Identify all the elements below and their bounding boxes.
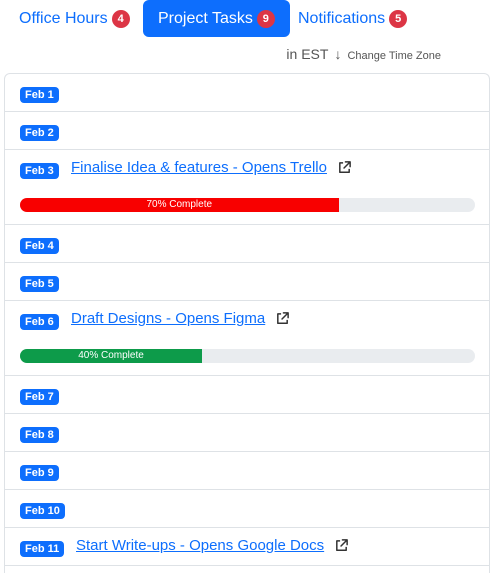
task-link[interactable]: Finalise Idea & features - Opens Trello <box>71 159 352 176</box>
date-badge: Feb 7 <box>20 389 59 405</box>
date-badge: Feb 2 <box>20 125 59 141</box>
tab-notifications[interactable]: Notifications 5 <box>290 0 415 37</box>
schedule-row: Feb 10 <box>5 490 489 528</box>
date-badge: Feb 9 <box>20 465 59 481</box>
external-link-icon <box>337 160 352 175</box>
tab-bar: Office Hours 4 Project Tasks 9 Notificat… <box>0 0 499 40</box>
tab-label: Notifications <box>298 9 386 27</box>
date-badge: Feb 6 <box>20 314 59 330</box>
schedule-row: Feb 2 <box>5 112 489 150</box>
schedule-row: Feb 4 <box>5 225 489 263</box>
down-arrow-icon: ↓ <box>334 46 342 62</box>
schedule-row: Feb 6 Draft Designs - Opens Figma 40% Comp… <box>5 301 489 376</box>
progress-bar: 40% Complete <box>20 349 475 363</box>
change-timezone-link[interactable]: Change Time Zone <box>347 50 441 62</box>
schedule-row: Feb 11 Start Write-ups - Opens Google Doc… <box>5 528 489 566</box>
tab-label: Office Hours <box>19 9 108 27</box>
schedule-row: Feb 7 <box>5 376 489 414</box>
current-timezone: in EST <box>286 46 329 62</box>
date-badge: Feb 11 <box>20 541 65 557</box>
task-link[interactable]: Draft Designs - Opens Figma <box>71 310 290 327</box>
schedule-row: Feb 1 <box>5 74 489 112</box>
schedule-row: Feb 8 <box>5 414 489 452</box>
external-link-icon <box>275 311 290 326</box>
task-link[interactable]: Start Write-ups - Opens Google Docs <box>76 537 349 554</box>
progress-fill: 40% Complete <box>20 349 202 363</box>
date-badge: Feb 5 <box>20 276 59 292</box>
date-badge: Feb 8 <box>20 427 59 443</box>
tab-office-hours[interactable]: Office Hours 4 <box>11 0 138 37</box>
schedule-list: Feb 1 Feb 2 Feb 3 Finalise Idea & features … <box>4 73 490 573</box>
date-badge: Feb 10 <box>20 503 65 519</box>
schedule-row: Feb 3 Finalise Idea & features - Opens Tr… <box>5 150 489 225</box>
task-link-label: Finalise Idea & features - Opens Trello <box>71 159 327 176</box>
task-link-label: Draft Designs - Opens Figma <box>71 310 266 327</box>
date-badge: Feb 1 <box>20 87 59 103</box>
external-link-icon <box>334 538 349 553</box>
date-badge: Feb 4 <box>20 238 59 254</box>
tab-project-tasks[interactable]: Project Tasks 9 <box>143 0 290 37</box>
schedule-row: Feb 5 <box>5 263 489 301</box>
tab-label: Project Tasks <box>158 9 253 27</box>
count-badge: 4 <box>111 9 130 28</box>
schedule-row: Feb 9 <box>5 452 489 490</box>
progress-fill: 70% Complete <box>20 198 339 212</box>
timezone-bar: in EST ↓ Change Time Zone <box>286 46 441 62</box>
date-badge: Feb 3 <box>20 163 59 179</box>
task-link-label: Start Write-ups - Opens Google Docs <box>76 537 325 554</box>
count-badge: 9 <box>256 9 275 28</box>
progress-bar: 70% Complete <box>20 198 475 212</box>
count-badge: 5 <box>389 9 408 28</box>
